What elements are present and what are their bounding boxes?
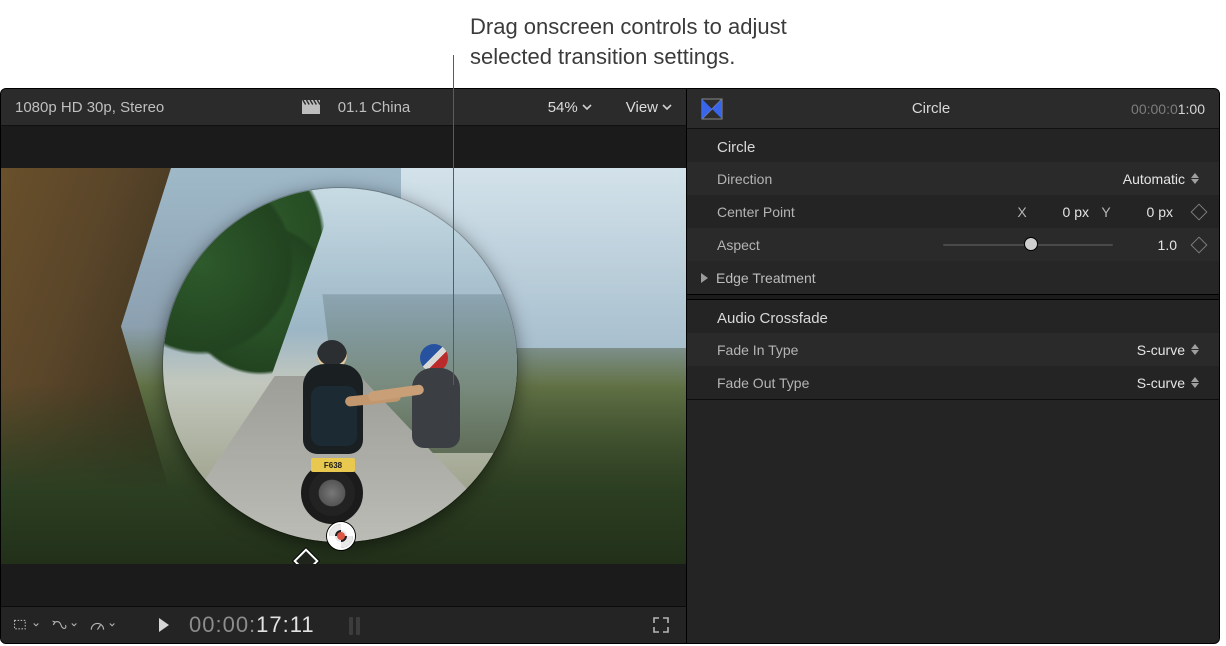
param-label-center-point: Center Point <box>717 204 857 220</box>
direction-value: Automatic <box>1123 171 1185 187</box>
popup-arrows-icon <box>1191 375 1201 391</box>
transition-icon <box>701 98 723 120</box>
fullscreen-button[interactable] <box>648 614 674 636</box>
section-header-audio-crossfade: Audio Crossfade <box>687 300 1219 333</box>
param-row-fade-in: Fade In Type S-curve <box>687 333 1219 366</box>
fullscreen-icon <box>652 616 670 634</box>
transition-circle-mask: F638 <box>163 188 517 542</box>
retime-tool-popup[interactable] <box>51 614 77 636</box>
view-popup[interactable]: View <box>626 99 672 116</box>
center-x-field[interactable]: 0 px <box>1035 202 1093 222</box>
param-label-fade-out: Fade Out Type <box>717 375 857 391</box>
chevron-down-icon <box>71 621 77 629</box>
inspector-tc-main: 1:00 <box>1178 101 1205 117</box>
inspector-tc-prefix: 00:00:0 <box>1131 101 1178 117</box>
audio-meter[interactable] <box>349 615 363 635</box>
onscreen-center-control[interactable] <box>327 522 355 550</box>
transport-bar: 00:00:17:11 <box>1 606 686 643</box>
keyframe-button-aspect[interactable] <box>1191 236 1208 253</box>
popup-arrows-icon <box>1191 171 1201 187</box>
param-label-edge-treatment: Edge Treatment <box>716 270 816 286</box>
license-plate: F638 <box>311 458 355 472</box>
param-label-aspect: Aspect <box>717 237 857 253</box>
inspector-duration[interactable]: 00:00:01:00 <box>1131 101 1205 117</box>
chevron-down-icon <box>109 621 115 629</box>
row-divider <box>687 399 1219 400</box>
fade-in-popup[interactable]: S-curve <box>1137 342 1205 358</box>
viewer-timecode[interactable]: 00:00:17:11 <box>189 612 315 638</box>
annotation-text: Drag onscreen controls to adjustselected… <box>470 12 787 71</box>
play-button[interactable] <box>151 614 177 636</box>
keyframe-button-center[interactable] <box>1191 203 1208 220</box>
inspector-header: Circle 00:00:01:00 <box>687 89 1219 129</box>
inspector-title: Circle <box>731 100 1131 117</box>
app-window: 1080p HD 30p, Stereo 01.1 China 54% View <box>0 88 1220 644</box>
popup-arrows-icon <box>1191 342 1201 358</box>
chevron-down-icon <box>33 621 39 629</box>
disclosure-triangle-icon[interactable] <box>701 273 708 283</box>
param-row-fade-out: Fade Out Type S-curve <box>687 366 1219 399</box>
viewer-canvas[interactable]: F638 <box>1 168 686 564</box>
motorcycle-rider-front: F638 <box>283 334 403 524</box>
chevron-down-icon <box>582 102 592 112</box>
param-row-center-point: Center Point X 0 px Y 0 px <box>687 195 1219 228</box>
fade-out-popup[interactable]: S-curve <box>1137 375 1205 391</box>
direction-popup[interactable]: Automatic <box>1123 171 1205 187</box>
param-label-fade-in: Fade In Type <box>717 342 857 358</box>
transform-tool-popup[interactable] <box>13 614 39 636</box>
clapperboard-icon <box>302 100 320 114</box>
center-y-field[interactable]: 0 px <box>1119 202 1177 222</box>
help-annotation: Drag onscreen controls to adjustselected… <box>0 0 1226 88</box>
inspector-panel: Circle 00:00:01:00 Circle Direction Auto… <box>687 89 1219 643</box>
viewer-clip-name: 01.1 China <box>338 99 411 116</box>
zoom-popup[interactable]: 54% <box>548 99 592 116</box>
motorcycle-rider-side <box>398 342 488 492</box>
fade-out-value: S-curve <box>1137 375 1185 391</box>
viewer-canvas-area: F638 <box>1 126 686 606</box>
aspect-slider[interactable] <box>943 237 1113 253</box>
annotation-callout-line <box>453 55 454 385</box>
timecode-prefix: 00:00: <box>189 612 256 637</box>
param-row-direction: Direction Automatic <box>687 162 1219 195</box>
viewer-toolbar: 1080p HD 30p, Stereo 01.1 China 54% View <box>1 89 686 126</box>
param-row-edge-treatment[interactable]: Edge Treatment <box>687 261 1219 294</box>
speed-tool-popup[interactable] <box>89 614 115 636</box>
center-y-label: Y <box>1099 204 1113 220</box>
chevron-down-icon <box>662 102 672 112</box>
timecode-active: 17:11 <box>256 612 314 637</box>
play-icon <box>159 618 169 632</box>
zoom-value: 54% <box>548 99 578 116</box>
inspector-body: Circle Direction Automatic Center Point … <box>687 129 1219 643</box>
aspect-value-field[interactable]: 1.0 <box>1129 237 1177 253</box>
param-row-aspect: Aspect 1.0 <box>687 228 1219 261</box>
section-header-circle: Circle <box>687 129 1219 162</box>
viewer-panel: 1080p HD 30p, Stereo 01.1 China 54% View <box>1 89 687 643</box>
center-x-label: X <box>1015 204 1029 220</box>
viewer-format-label: 1080p HD 30p, Stereo <box>15 99 164 116</box>
view-label: View <box>626 99 658 116</box>
param-label-direction: Direction <box>717 171 857 187</box>
fade-in-value: S-curve <box>1137 342 1185 358</box>
